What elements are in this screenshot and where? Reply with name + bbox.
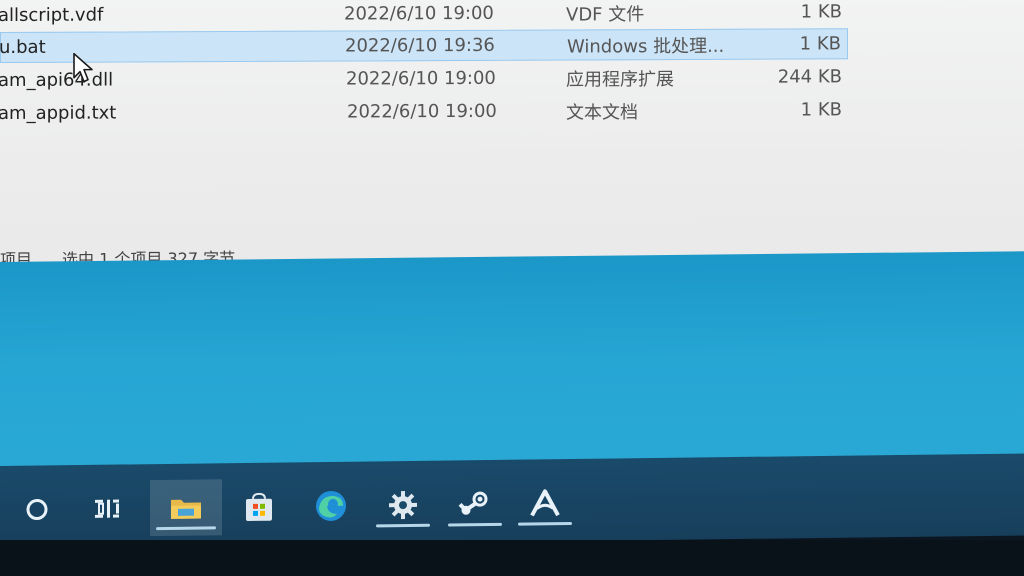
file-size: 244 KB (777, 66, 842, 88)
file-row-selected[interactable]: u.bat 2022/6/10 19:36 Windows 批处理... 1 K… (0, 28, 848, 63)
file-type: Windows 批处理... (567, 35, 725, 58)
running-indicator (448, 522, 502, 527)
running-indicator (518, 522, 572, 526)
steam-icon (458, 491, 488, 515)
file-row[interactable]: am_appid.txt 2022/6/10 19:00 文本文档 1 KB (0, 94, 848, 129)
microsoft-store-icon (246, 492, 272, 521)
taskbar-search-button[interactable] (4, 481, 70, 538)
mouse-cursor-icon (73, 52, 93, 83)
taskbar-edge-button[interactable] (298, 478, 364, 535)
settings-gear-icon (389, 491, 417, 520)
file-date: 2022/6/10 19:00 (347, 100, 497, 123)
file-date: 2022/6/10 19:00 (344, 2, 494, 25)
taskbar-arc-button[interactable] (512, 475, 578, 532)
taskbar-store-button[interactable] (226, 478, 292, 535)
file-type: 应用程序扩展 (566, 68, 674, 91)
cortana-circle-icon (26, 499, 48, 521)
active-indicator (156, 526, 216, 531)
file-name: u.bat (0, 36, 46, 59)
file-explorer-window: allscript.vdf 2022/6/10 19:00 VDF 文件 1 K… (0, 0, 1024, 279)
file-name: am_appid.txt (0, 102, 117, 125)
file-name: allscript.vdf (0, 4, 104, 27)
file-row[interactable]: allscript.vdf 2022/6/10 19:00 VDF 文件 1 K… (0, 0, 848, 31)
file-date: 2022/6/10 19:00 (346, 67, 496, 90)
file-type: VDF 文件 (566, 3, 645, 26)
file-type: 文本文档 (566, 101, 638, 124)
file-explorer-icon (171, 499, 201, 519)
monitor-bezel (0, 540, 1024, 576)
screen: allscript.vdf 2022/6/10 19:00 VDF 文件 1 K… (0, 0, 1024, 576)
file-size: 1 KB (800, 1, 842, 23)
taskbar-file-explorer-button[interactable] (150, 479, 222, 537)
arc-a-icon (530, 489, 560, 517)
taskbar-task-view-button[interactable] (74, 480, 140, 537)
file-date: 2022/6/10 19:36 (345, 34, 495, 57)
file-size: 1 KB (799, 33, 841, 55)
taskbar-settings-button[interactable] (370, 477, 436, 534)
edge-icon (316, 490, 346, 521)
running-indicator (376, 523, 430, 528)
file-size: 1 KB (800, 99, 842, 121)
task-view-icon (95, 499, 119, 518)
taskbar (0, 453, 1024, 548)
file-row[interactable]: am_api64.dll 2022/6/10 19:00 应用程序扩展 244 … (0, 61, 848, 96)
file-name: am_api64.dll (0, 69, 114, 92)
taskbar-steam-button[interactable] (442, 476, 508, 533)
